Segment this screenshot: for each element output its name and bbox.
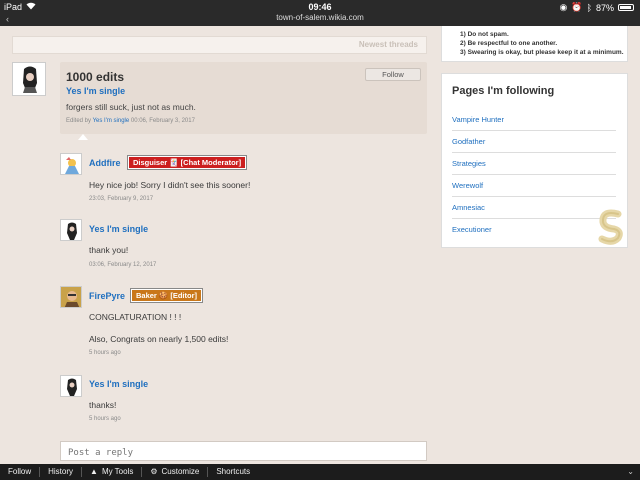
toolbar-follow-label: Follow <box>8 467 32 476</box>
lock-rotation-icon: ◉ <box>559 2 568 12</box>
reply-author-link[interactable]: FirePyre <box>89 291 125 301</box>
reply-text: CONGLATURATION ! ! ! <box>89 312 182 322</box>
following-item[interactable]: Executioner <box>452 219 616 241</box>
following-title: Pages I'm following <box>452 85 555 97</box>
thread-title: 1000 edits <box>66 70 125 84</box>
edited-prefix: Edited by <box>66 118 92 124</box>
following-item[interactable]: Werewolf <box>452 175 616 197</box>
gear-icon: ⚙ <box>150 467 158 476</box>
thread-edited-info: Edited by Yes I'm single 00:06, February… <box>66 118 195 124</box>
wiki-toolbar: Follow History ▲ My Tools ⚙ Customize Shor… <box>0 464 640 480</box>
caret-up-icon: ▲ <box>90 467 98 476</box>
user-badge: Baker 🍪 [Editor] <box>129 288 204 303</box>
reply-input[interactable] <box>61 444 426 462</box>
address-bar[interactable]: town-of-salem.wikia.com <box>0 13 640 22</box>
toolbar-shortcuts-label: Shortcuts <box>216 467 251 476</box>
edited-time: 00:06, February 3, 2017 <box>130 118 195 124</box>
battery-icon <box>618 4 634 11</box>
user-badge: Disguiser 🃏 [Chat Moderator] <box>126 155 248 170</box>
reply-time: 03:06, February 12, 2017 <box>89 262 157 268</box>
user-avatar-icon <box>61 220 81 240</box>
chevron-left-icon[interactable]: ‹ <box>6 14 9 24</box>
rule-item: 3) Swearing is okay, but please keep it … <box>460 49 624 56</box>
reply-author-link[interactable]: Addfire <box>89 158 121 168</box>
following-item[interactable]: Vampire Hunter <box>452 109 616 131</box>
edited-by-link[interactable]: Yes I'm single <box>93 118 130 124</box>
reply-author-link[interactable]: Yes I'm single <box>89 224 148 234</box>
user-avatar-icon <box>61 287 81 307</box>
reply-text: Hey nice job! Sorry I didn't see this so… <box>89 180 251 190</box>
collapse-icon[interactable]: ⌄ <box>627 467 634 476</box>
follow-button[interactable]: Follow <box>365 68 421 81</box>
user-avatar-icon <box>61 376 81 396</box>
wiki-logo-icon <box>596 208 626 246</box>
clock: 09:46 <box>308 2 332 12</box>
status-bar: iPad 09:46 town-of-salem.wikia.com ‹ ◉ ⏰… <box>0 0 640 26</box>
thread-author-link[interactable]: Yes I'm single <box>66 86 125 96</box>
thread-body: forgers still suck, just not as much. <box>66 102 196 112</box>
reply-box <box>60 441 427 462</box>
toolbar-history[interactable]: History <box>40 467 83 477</box>
rule-item: 2) Be respectful to one another. <box>460 40 558 47</box>
following-list: Vampire Hunter Godfather Strategies Were… <box>452 109 616 241</box>
reply-author-link[interactable]: Yes I'm single <box>89 379 148 389</box>
newest-threads-bar: Newest threads <box>12 36 427 54</box>
toolbar-customize[interactable]: ⚙ Customize <box>142 467 209 477</box>
reply-time: 23:03, February 9, 2017 <box>89 196 154 202</box>
rule-item: 1) Do not spam. <box>460 31 509 38</box>
avatar[interactable] <box>60 153 82 175</box>
reply-time: 5 hours ago <box>89 416 121 422</box>
avatar[interactable] <box>12 62 46 96</box>
toolbar-my-tools[interactable]: ▲ My Tools <box>82 467 143 477</box>
toolbar-history-label: History <box>48 467 74 476</box>
toolbar-shortcuts[interactable]: Shortcuts <box>208 467 258 477</box>
reply-notch <box>78 134 88 140</box>
toolbar-my-tools-label: My Tools <box>101 467 134 476</box>
rules-box: 1) Do not spam. 2) Be respectful to one … <box>441 26 628 62</box>
following-item[interactable]: Strategies <box>452 153 616 175</box>
bluetooth-icon: ᛒ <box>586 2 592 13</box>
user-avatar-icon <box>13 63 45 95</box>
battery-percent: 87% <box>595 2 614 13</box>
avatar[interactable] <box>60 219 82 241</box>
avatar[interactable] <box>60 375 82 397</box>
following-item[interactable]: Godfather <box>452 131 616 153</box>
user-avatar-icon <box>61 154 81 174</box>
alarm-icon: ⏰ <box>571 2 583 12</box>
toolbar-customize-label: Customize <box>161 467 200 476</box>
following-item[interactable]: Amnesiac <box>452 197 616 219</box>
avatar[interactable] <box>60 286 82 308</box>
reply-text: thank you! <box>89 245 129 255</box>
newest-threads-link[interactable]: Newest threads <box>359 40 418 49</box>
reply-text: thanks! <box>89 400 117 410</box>
toolbar-follow[interactable]: Follow <box>0 467 41 477</box>
reply-text: Also, Congrats on nearly 1,500 edits! <box>89 334 229 344</box>
reply-time: 5 hours ago <box>89 350 121 356</box>
thread-post: 1000 edits Yes I'm single forgers still … <box>60 62 427 134</box>
